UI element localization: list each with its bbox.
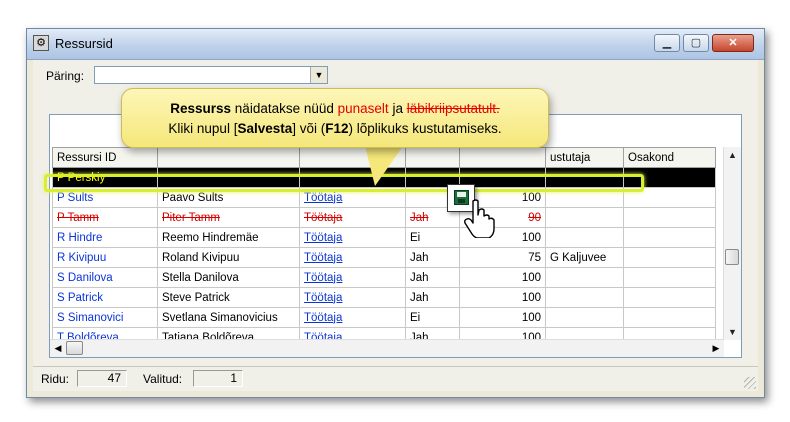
cell-role[interactable]: Töötaja — [299, 307, 406, 328]
cell-name[interactable]: Piter Tamm — [157, 207, 300, 228]
vertical-scroll-thumb[interactable] — [725, 249, 739, 265]
cell-name[interactable]: Steve Patrick — [157, 287, 300, 308]
table-row[interactable]: S Simanovici Svetlana Simanovicius Töötaja… — [52, 307, 716, 328]
cell-department[interactable] — [623, 267, 716, 288]
cell-load[interactable]: 100 — [459, 267, 546, 288]
minimize-button[interactable]: ▁ — [654, 34, 680, 52]
cell-id[interactable]: R Kivipuu — [52, 247, 158, 268]
cell-deleter[interactable] — [545, 227, 624, 248]
status-bar: Ridu: 47 Valitud: 1 — [33, 366, 758, 391]
cell-name[interactable]: Roland Kivipuu — [157, 247, 300, 268]
cell-active[interactable]: Jah — [405, 247, 460, 268]
cell-id[interactable]: S Patrick — [52, 287, 158, 308]
cell-department[interactable] — [623, 247, 716, 268]
table-row[interactable]: S Patrick Steve Patrick Töötaja Jah 100 — [52, 287, 716, 308]
cell-load[interactable]: 100 — [459, 307, 546, 328]
cell-name[interactable]: Svetlana Simanovicius — [157, 307, 300, 328]
instruction-callout: Ressurss näidatakse nüüd punaselt ja läb… — [121, 88, 549, 148]
cell-load[interactable]: 75 — [459, 247, 546, 268]
cell-id[interactable]: S Simanovici — [52, 307, 158, 328]
resize-grip-icon[interactable] — [744, 377, 756, 389]
rows-label: Ridu: — [41, 372, 70, 386]
column-header-load[interactable] — [459, 147, 546, 168]
horizontal-scroll-thumb[interactable] — [66, 341, 83, 355]
cell-department[interactable] — [623, 207, 716, 228]
column-header-department[interactable]: Osakond — [623, 147, 716, 168]
callout-tail — [365, 146, 403, 186]
scroll-up-icon[interactable]: ▲ — [724, 147, 741, 163]
cell-deleter[interactable] — [545, 267, 624, 288]
cell-active[interactable]: Ei — [405, 307, 460, 328]
cell-deleter[interactable] — [545, 287, 624, 308]
cell-id[interactable]: R Hindre — [52, 227, 158, 248]
cell-active[interactable]: Jah — [405, 287, 460, 308]
column-header-active[interactable] — [405, 147, 460, 168]
cell-deleter[interactable] — [545, 207, 624, 228]
deleted-row-highlight — [44, 174, 644, 192]
cell-role[interactable]: Töötaja — [299, 287, 406, 308]
window-title: Ressursid — [55, 36, 113, 51]
selected-label: Valitud: — [143, 372, 183, 386]
cell-active[interactable]: Jah — [405, 267, 460, 288]
cell-load[interactable]: 100 — [459, 287, 546, 308]
cell-name[interactable]: Reemo Hindremäe — [157, 227, 300, 248]
table-row[interactable]: S Danilova Stella Danilova Töötaja Jah 100 — [52, 267, 716, 288]
cell-active[interactable]: Ei — [405, 227, 460, 248]
cell-department[interactable] — [623, 307, 716, 328]
rows-count: 47 — [77, 370, 127, 387]
cell-id[interactable]: S Danilova — [52, 267, 158, 288]
title-bar[interactable]: ⚙ Ressursid ▁ ▢ ✕ — [27, 29, 764, 60]
column-header-name[interactable] — [157, 147, 300, 168]
cell-role[interactable]: Töötaja — [299, 267, 406, 288]
horizontal-scrollbar[interactable]: ◀ ▶ — [50, 339, 724, 357]
table-row[interactable]: P Tamm Piter Tamm Töötaja Jah 90 — [52, 207, 716, 228]
column-header-deleter[interactable]: ustutaja — [545, 147, 624, 168]
callout-line-1: Ressurss näidatakse nüüd punaselt ja läb… — [170, 101, 500, 116]
cell-department[interactable] — [623, 227, 716, 248]
selected-count: 1 — [193, 370, 243, 387]
chevron-down-icon[interactable]: ▼ — [310, 67, 327, 83]
scroll-down-icon[interactable]: ▼ — [724, 324, 741, 340]
scroll-right-icon[interactable]: ▶ — [708, 340, 724, 356]
cell-id[interactable]: P Tamm — [52, 207, 158, 228]
app-icon: ⚙ — [33, 35, 49, 51]
cell-role[interactable]: Töötaja — [299, 207, 406, 228]
scroll-left-icon[interactable]: ◀ — [50, 340, 66, 356]
query-label: Päring: — [46, 69, 85, 83]
cell-deleter[interactable] — [545, 307, 624, 328]
hand-pointer-icon — [464, 199, 495, 238]
cell-deleter[interactable]: G Kaljuvee — [545, 247, 624, 268]
column-header-id[interactable]: Ressursi ID — [52, 147, 158, 168]
close-button[interactable]: ✕ — [712, 34, 754, 52]
callout-line-2: Kliki nupul [Salvesta] või (F12) lõpliku… — [168, 121, 502, 136]
vertical-scrollbar[interactable]: ▲ ▼ — [723, 147, 741, 340]
resources-window: ⚙ Ressursid ▁ ▢ ✕ Päring: ▼ Ressursi ID — [26, 28, 765, 398]
table-row[interactable]: R Hindre Reemo Hindremäe Töötaja Ei 100 — [52, 227, 716, 248]
cell-role[interactable]: Töötaja — [299, 227, 406, 248]
cell-role[interactable]: Töötaja — [299, 247, 406, 268]
table-row[interactable]: R Kivipuu Roland Kivipuu Töötaja Jah 75 G Kal… — [52, 247, 716, 268]
cell-department[interactable] — [623, 287, 716, 308]
maximize-button[interactable]: ▢ — [683, 34, 709, 52]
cell-name[interactable]: Stella Danilova — [157, 267, 300, 288]
query-select[interactable]: ▼ — [94, 66, 328, 84]
